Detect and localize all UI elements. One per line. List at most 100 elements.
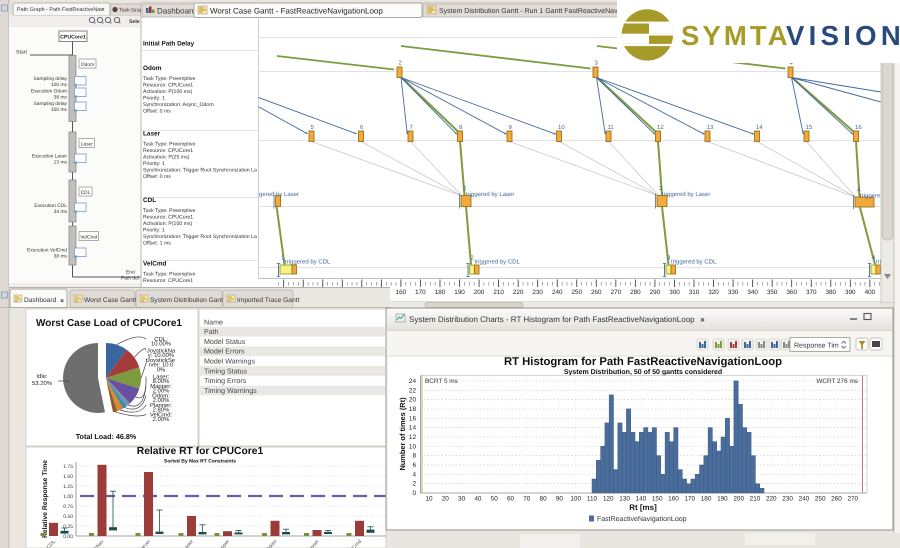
svg-text:250: 250 [815, 496, 826, 503]
svg-text:Path: Path [204, 328, 219, 336]
svg-text:2.00%: 2.00% [153, 416, 170, 423]
svg-text:34 ms: 34 ms [54, 209, 68, 215]
svg-text:100 ms: 100 ms [51, 82, 68, 88]
svg-text:Resource: CPUCore1: Resource: CPUCore1 [143, 83, 193, 89]
svg-text:6: 6 [412, 462, 416, 469]
svg-text:CDL: CDL [81, 190, 91, 196]
svg-text:14: 14 [756, 124, 763, 131]
svg-text:Idle:: Idle: [36, 373, 47, 380]
svg-text:290: 290 [650, 289, 661, 296]
svg-text:Priority: 1: Priority: 1 [143, 161, 165, 167]
svg-text:Resource: CPUCore1: Resource: CPUCore1 [143, 278, 193, 284]
svg-text:Response Tim: Response Tim [794, 342, 839, 350]
svg-text:RT Histogram for Path FastReac: RT Histogram for Path FastReactiveNaviga… [504, 356, 782, 368]
svg-text:Execution VelCmd: Execution VelCmd [27, 248, 67, 254]
svg-text:240: 240 [799, 496, 810, 503]
svg-text:330: 330 [728, 289, 739, 296]
svg-text:Task Type: Preemptive: Task Type: Preemptive [143, 76, 195, 82]
svg-text:Timing Warnings: Timing Warnings [204, 387, 257, 395]
svg-text:Synchronization: Trigger Root: Synchronization: Trigger Root Synchroniz… [143, 234, 257, 240]
svg-text:Total Load: 46.8%: Total Load: 46.8% [76, 432, 137, 441]
svg-text:10: 10 [409, 443, 417, 450]
svg-text:Task Type: Preemptive: Task Type: Preemptive [143, 142, 195, 148]
svg-text:24: 24 [409, 378, 417, 385]
svg-text:Timing Errors: Timing Errors [204, 377, 247, 385]
svg-text:170: 170 [684, 496, 695, 503]
svg-text:20: 20 [442, 496, 450, 503]
svg-text:Start: Start [16, 50, 28, 56]
svg-text:90: 90 [556, 496, 564, 503]
svg-text:Number of times (Rt): Number of times (Rt) [398, 397, 407, 471]
svg-text:Model Warnings: Model Warnings [204, 358, 255, 366]
svg-text:210: 210 [750, 496, 761, 503]
svg-text:Offset: 0 ms: Offset: 0 ms [143, 109, 171, 115]
svg-text:190: 190 [717, 496, 728, 503]
svg-text:220: 220 [766, 496, 777, 503]
svg-text:0.00: 0.00 [63, 534, 73, 540]
svg-text:✖: ✖ [60, 299, 64, 305]
svg-text:triggered: triggered [860, 193, 884, 200]
svg-text:2: 2 [412, 481, 416, 488]
svg-text:CPUCore1: CPUCore1 [60, 35, 86, 41]
svg-text:230: 230 [782, 496, 793, 503]
svg-text:340: 340 [747, 289, 758, 296]
svg-text:Task Type: Preemptive: Task Type: Preemptive [143, 272, 195, 278]
svg-text:140: 140 [636, 496, 647, 503]
svg-text:200: 200 [474, 289, 485, 296]
svg-text:Relative RT for CPUCore1: Relative RT for CPUCore1 [137, 446, 264, 457]
svg-text:190: 190 [454, 289, 465, 296]
svg-text:Model Errors: Model Errors [204, 348, 245, 356]
svg-text:triggered by Laser: triggered by Laser [466, 191, 514, 198]
svg-text:triggered by CDL: triggered by CDL [285, 259, 331, 266]
svg-text:Worst Case Gantt: Worst Case Gantt [84, 297, 136, 304]
svg-text:210: 210 [493, 289, 504, 296]
svg-text:160: 160 [668, 496, 679, 503]
svg-text:Rt [ms]: Rt [ms] [629, 503, 657, 512]
svg-text:Task Grap: Task Grap [119, 8, 143, 14]
svg-text:20: 20 [409, 397, 417, 404]
svg-text:triggered by Laser: triggered by Laser [662, 191, 710, 198]
svg-text:60: 60 [507, 496, 515, 503]
svg-text:70: 70 [523, 496, 531, 503]
svg-text:Laser: Laser [143, 131, 161, 138]
svg-text:38 ms: 38 ms [54, 95, 68, 101]
svg-text:150: 150 [652, 496, 663, 503]
svg-text:0.50: 0.50 [63, 514, 73, 520]
svg-text:Priority: 1: Priority: 1 [143, 228, 165, 234]
svg-text:15: 15 [806, 124, 813, 131]
svg-text:Worst Case Load of CPUCore1: Worst Case Load of CPUCore1 [36, 318, 182, 329]
svg-text:370: 370 [806, 289, 817, 296]
svg-text:260: 260 [831, 496, 842, 503]
svg-text:Activation: P(25 ms): Activation: P(25 ms) [143, 155, 190, 161]
svg-text:1.00: 1.00 [63, 494, 73, 500]
svg-text:Priority: 1: Priority: 1 [143, 96, 165, 102]
svg-text:100: 100 [570, 496, 581, 503]
svg-text:1.75: 1.75 [63, 464, 73, 470]
svg-text:40: 40 [474, 496, 482, 503]
svg-text:10: 10 [425, 496, 433, 503]
svg-text:Execution CDL: Execution CDL [34, 203, 67, 209]
svg-text:230: 230 [532, 289, 543, 296]
svg-text:Model Status: Model Status [204, 338, 246, 346]
svg-text:1.50: 1.50 [63, 474, 73, 480]
svg-text:4: 4 [412, 471, 416, 478]
svg-text:Laser: Laser [81, 141, 94, 147]
svg-text:12: 12 [409, 434, 417, 441]
svg-text:200: 200 [733, 496, 744, 503]
svg-text:280: 280 [630, 289, 641, 296]
svg-text:System Distribution Charts - R: System Distribution Charts - RT Histogra… [409, 315, 695, 324]
svg-text:tri: tri [876, 259, 881, 266]
svg-text:320: 320 [708, 289, 719, 296]
svg-text:VelCmd: VelCmd [80, 234, 97, 240]
svg-text:270: 270 [847, 496, 858, 503]
svg-text:Execution Odom: Execution Odom [31, 89, 67, 95]
svg-text:Path Graph - Path FastReactive: Path Graph - Path FastReactiveNav [17, 7, 103, 13]
svg-text:110: 110 [587, 496, 598, 503]
svg-text:10.00%: 10.00% [151, 341, 172, 348]
svg-text:0: 0 [412, 490, 416, 497]
svg-text:8: 8 [412, 453, 416, 460]
svg-text:11: 11 [608, 124, 615, 131]
svg-text:BCRT 5 ms: BCRT 5 ms [425, 378, 458, 385]
svg-text:Relative Response Time: Relative Response Time [42, 460, 49, 538]
svg-text:120: 120 [603, 496, 614, 503]
